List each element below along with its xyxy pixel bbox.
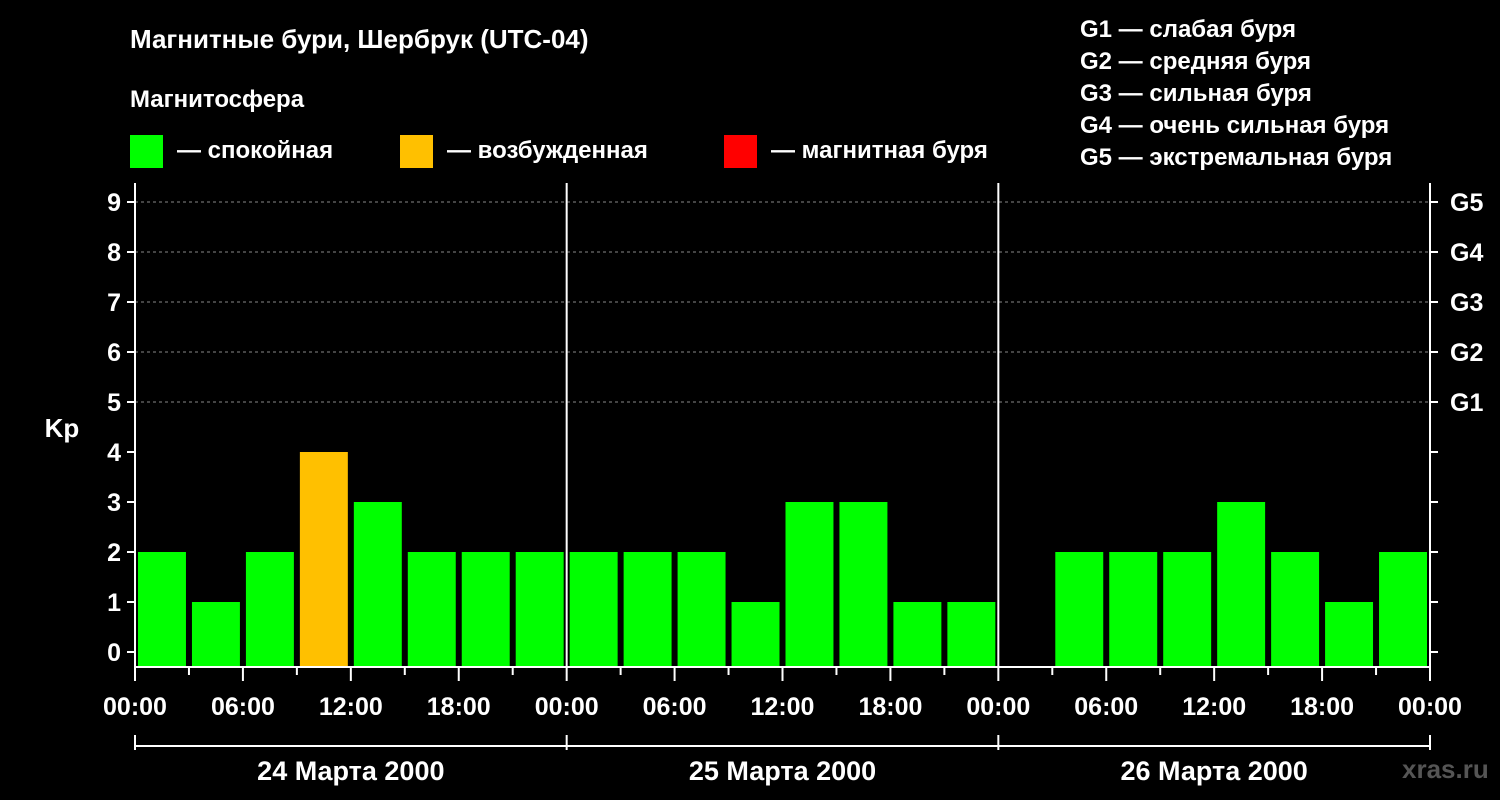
x-tick-label: 00:00 (1398, 693, 1462, 721)
y-tick-label: 1 (107, 589, 121, 617)
kp-bar (731, 602, 780, 667)
g-level-label: G1 (1450, 389, 1483, 417)
kp-bar (245, 552, 294, 667)
kp-bar-chart: 0 1 2 3 4 5 6 7 8 9 G1 G2 G3 G4 G5 Kp 00:00 06:00 12:00 18:… (45, 183, 1483, 786)
kp-bar (299, 452, 348, 667)
y-tick-label: 5 (107, 389, 121, 417)
g-level-label: G3 (1450, 289, 1483, 317)
day-label: 26 Марта 2000 (1121, 756, 1308, 786)
kp-bar (1379, 552, 1427, 667)
kp-bar (785, 502, 834, 667)
y-tick-label: 0 (107, 639, 121, 667)
x-tick-label: 00:00 (535, 693, 599, 721)
x-tick-label: 18:00 (427, 693, 491, 721)
y-tick-label: 3 (107, 489, 121, 517)
kp-bar (191, 602, 240, 667)
kp-bar (1163, 552, 1212, 667)
watermark: xras.ru (1402, 754, 1489, 784)
kp-bar (1055, 552, 1104, 667)
day-label: 25 Марта 2000 (689, 756, 876, 786)
kp-bar (353, 502, 402, 667)
kp-bar (893, 602, 942, 667)
x-tick-label: 18:00 (1290, 693, 1354, 721)
kp-bar (1325, 602, 1374, 667)
y-tick-label: 6 (107, 339, 121, 367)
y-tick-label: 7 (107, 289, 121, 317)
g-level-label: G2 (1450, 339, 1483, 367)
kp-bar (623, 552, 672, 667)
x-tick-label: 00:00 (966, 693, 1030, 721)
kp-bar (515, 552, 564, 667)
g-level-label: G5 (1450, 189, 1483, 217)
kp-bar (407, 552, 456, 667)
kp-bar (461, 552, 510, 667)
x-tick-label: 12:00 (751, 693, 815, 721)
x-tick-label: 06:00 (643, 693, 707, 721)
kp-bar (677, 552, 726, 667)
g-level-label: G4 (1450, 239, 1483, 267)
y-tick-label: 8 (107, 239, 121, 267)
kp-bar (1217, 502, 1266, 667)
kp-bar (1271, 552, 1320, 667)
day-label: 24 Марта 2000 (257, 756, 444, 786)
kp-bar (1109, 552, 1158, 667)
x-tick-label: 12:00 (1182, 693, 1246, 721)
kp-bar (569, 552, 618, 667)
kp-bar (947, 602, 996, 667)
x-tick-label: 12:00 (319, 693, 383, 721)
kp-bar (839, 502, 888, 667)
x-tick-label: 00:00 (103, 693, 167, 721)
y-tick-label: 2 (107, 539, 121, 567)
y-tick-label: 9 (107, 189, 121, 217)
y-axis-label: Kp (45, 413, 80, 443)
kp-bar (138, 552, 186, 667)
x-tick-label: 18:00 (858, 693, 922, 721)
x-tick-label: 06:00 (1074, 693, 1138, 721)
y-tick-label: 4 (107, 439, 121, 467)
x-tick-label: 06:00 (211, 693, 275, 721)
